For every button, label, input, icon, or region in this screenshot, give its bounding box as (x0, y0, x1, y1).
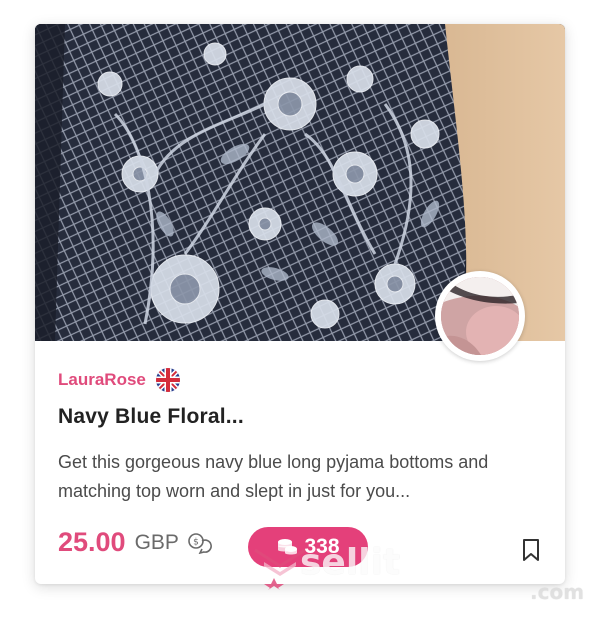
watermark-text: sellit (300, 542, 401, 583)
seller-info: LauraRose (58, 368, 180, 392)
uk-flag-icon (155, 368, 180, 392)
listing-price: 25.00 (58, 527, 126, 557)
price-row: 25.00 GBP $ (58, 527, 213, 558)
svg-text:$: $ (193, 537, 199, 547)
listing-description: Get this gorgeous navy blue long pyjama … (58, 452, 489, 501)
site-watermark: sellit .com (250, 540, 600, 610)
seller-avatar-image (441, 277, 519, 355)
listing-card[interactable]: LauraRose Navy Blue Floral... Get this g… (35, 24, 565, 584)
chat-coin-icon[interactable]: $ (187, 532, 213, 554)
listing-title[interactable]: Navy Blue Floral... (58, 405, 244, 429)
seller-avatar[interactable] (435, 271, 525, 361)
listing-currency: GBP (134, 530, 179, 554)
seller-name-link[interactable]: LauraRose (58, 370, 146, 390)
watermark-suffix: .com (530, 580, 585, 604)
